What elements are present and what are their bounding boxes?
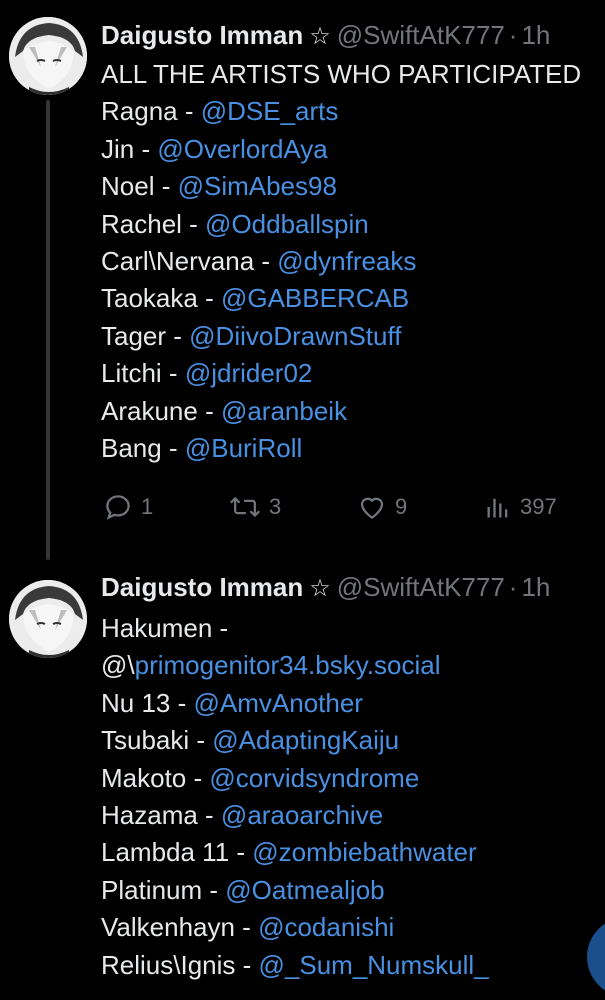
tweet-line: Lambda 11 - @zombiebathwater xyxy=(101,834,489,871)
tweet-line: Nu 13 - @AmvAnother xyxy=(101,685,489,722)
mention-link[interactable]: @araoarchive xyxy=(221,800,383,830)
line-text: Tsubaki - xyxy=(101,725,213,756)
mention-link[interactable]: @SimAbes98 xyxy=(178,171,337,201)
separator-dot: · xyxy=(508,572,518,602)
star-icon: ☆ xyxy=(309,23,331,50)
mention-link[interactable]: @OverlordAya xyxy=(157,134,327,164)
repost-button[interactable]: 3 xyxy=(229,487,281,527)
tweet-line: Arakune - @aranbeik xyxy=(101,393,581,430)
tweet-line: ALL THE ARTISTS WHO PARTICIPATED xyxy=(101,56,581,93)
mention-link[interactable]: @DSE_arts xyxy=(201,96,339,126)
mention-link[interactable]: @DiivoDrawnStuff xyxy=(189,321,401,351)
tweet-line: Jin - @OverlordAya xyxy=(101,131,581,168)
reply-icon xyxy=(103,492,133,522)
tweet-line: Relius\Ignis - @_Sum_Numskull_ xyxy=(101,947,489,984)
tweet-line: Bang - @BuriRoll xyxy=(101,430,581,467)
tweet-line: Hakumen - xyxy=(101,610,489,647)
like-count: 9 xyxy=(395,494,408,519)
action-bar: 1 3 9 397 xyxy=(0,487,605,527)
line-text: @\ xyxy=(101,650,135,681)
tweet-line: Taokaka - @GABBERCAB xyxy=(101,280,581,317)
line-text: Rachel - xyxy=(101,208,206,239)
tweet-line: Noel - @SimAbes98 xyxy=(101,168,581,205)
line-text: Taokaka - xyxy=(101,283,221,314)
mention-link[interactable]: @jdrider02 xyxy=(185,358,313,388)
heart-icon xyxy=(357,492,387,522)
tweet-line: Ragna - @DSE_arts xyxy=(101,93,581,130)
tweet-header: Daigusto Imman ☆ @SwiftAtK777 · 1h xyxy=(101,570,550,606)
repost-icon xyxy=(229,492,261,522)
reply-count: 1 xyxy=(141,494,154,519)
display-name[interactable]: Daigusto Imman xyxy=(101,20,303,50)
line-text: Hakumen - xyxy=(101,613,229,643)
tweet-line: @\primogenitor34.bsky.social xyxy=(101,647,489,684)
tweet-line: Valkenhayn - @codanishi xyxy=(101,909,489,946)
line-text: Valkenhayn - xyxy=(101,912,259,943)
tweet-line: Platinum - @Oatmealjob xyxy=(101,872,489,909)
line-text: Relius\Ignis - xyxy=(101,949,259,980)
mention-link[interactable]: @BuriRoll xyxy=(185,433,302,463)
line-text: Noel - xyxy=(101,171,178,202)
mention-link[interactable]: @_Sum_Numskull_ xyxy=(259,950,489,980)
mention-link[interactable]: @Oatmealjob xyxy=(225,875,384,905)
like-button[interactable]: 9 xyxy=(357,487,407,527)
line-text: Carl\Nervana - xyxy=(101,246,278,277)
timestamp[interactable]: 1h xyxy=(521,572,550,602)
mention-link[interactable]: @corvidsyndrome xyxy=(209,763,419,793)
line-text: Arakune - xyxy=(101,395,221,426)
tweet-line: Hazama - @araoarchive xyxy=(101,797,489,834)
mention-link[interactable]: @codanishi xyxy=(258,912,394,942)
tweet-line: Carl\Nervana - @dynfreaks xyxy=(101,243,581,280)
handle[interactable]: @SwiftAtK777 xyxy=(337,572,505,602)
timestamp[interactable]: 1h xyxy=(521,20,550,50)
reply-button[interactable]: 1 xyxy=(103,487,153,527)
line-text: Tager - xyxy=(101,320,190,351)
line-text: Platinum - xyxy=(101,874,226,905)
line-text: Lambda 11 - xyxy=(101,837,253,868)
display-name[interactable]: Daigusto Imman xyxy=(101,572,303,602)
line-text: Hazama - xyxy=(101,800,221,831)
tweet-line: Rachel - @Oddballspin xyxy=(101,206,581,243)
line-text: Makoto - xyxy=(101,762,210,793)
mention-link[interactable]: @dynfreaks xyxy=(277,246,416,276)
tweet-line: Makoto - @corvidsyndrome xyxy=(101,760,489,797)
views-button[interactable]: 397 xyxy=(484,487,557,527)
line-text: Nu 13 - xyxy=(101,687,194,718)
tweet[interactable]: Daigusto Imman ☆ @SwiftAtK777 · 1h ALL THE A… xyxy=(0,0,605,560)
mention-link[interactable]: @AmvAnother xyxy=(194,688,363,718)
line-text: Ragna - xyxy=(101,96,201,127)
mention-link[interactable]: @aranbeik xyxy=(221,396,347,426)
tweet-line: Tager - @DiivoDrawnStuff xyxy=(101,318,581,355)
line-text: Litchi - xyxy=(101,358,185,389)
avatar[interactable] xyxy=(9,580,87,658)
tweet-text: Hakumen - @\primogenitor34.bsky.social N… xyxy=(101,610,489,984)
line-text: Jin - xyxy=(101,133,158,164)
tweet-line: Tsubaki - @AdaptingKaiju xyxy=(101,722,489,759)
mention-link[interactable]: @GABBERCAB xyxy=(221,283,409,313)
tweet[interactable]: Daigusto Imman ☆ @SwiftAtK777 · 1h Hakumen -… xyxy=(0,560,605,1000)
mention-link[interactable]: primogenitor34.bsky.social xyxy=(135,650,441,680)
tweet-header: Daigusto Imman ☆ @SwiftAtK777 · 1h xyxy=(101,18,550,54)
line-text: ALL THE ARTISTS WHO PARTICIPATED xyxy=(101,59,582,89)
views-icon xyxy=(484,493,512,521)
line-text: Bang - xyxy=(101,433,185,464)
handle[interactable]: @SwiftAtK777 xyxy=(337,20,505,50)
tweet-text: ALL THE ARTISTS WHO PARTICIPATED Ragna -… xyxy=(101,56,581,467)
avatar[interactable] xyxy=(9,17,87,95)
views-count: 397 xyxy=(520,494,557,519)
separator-dot: · xyxy=(508,20,518,50)
mention-link[interactable]: @AdaptingKaiju xyxy=(212,725,399,755)
mention-link[interactable]: @Oddballspin xyxy=(205,209,369,239)
repost-count: 3 xyxy=(269,494,282,519)
star-icon: ☆ xyxy=(309,575,331,602)
tweet-line: Litchi - @jdrider02 xyxy=(101,355,581,392)
mention-link[interactable]: @zombiebathwater xyxy=(252,837,476,867)
